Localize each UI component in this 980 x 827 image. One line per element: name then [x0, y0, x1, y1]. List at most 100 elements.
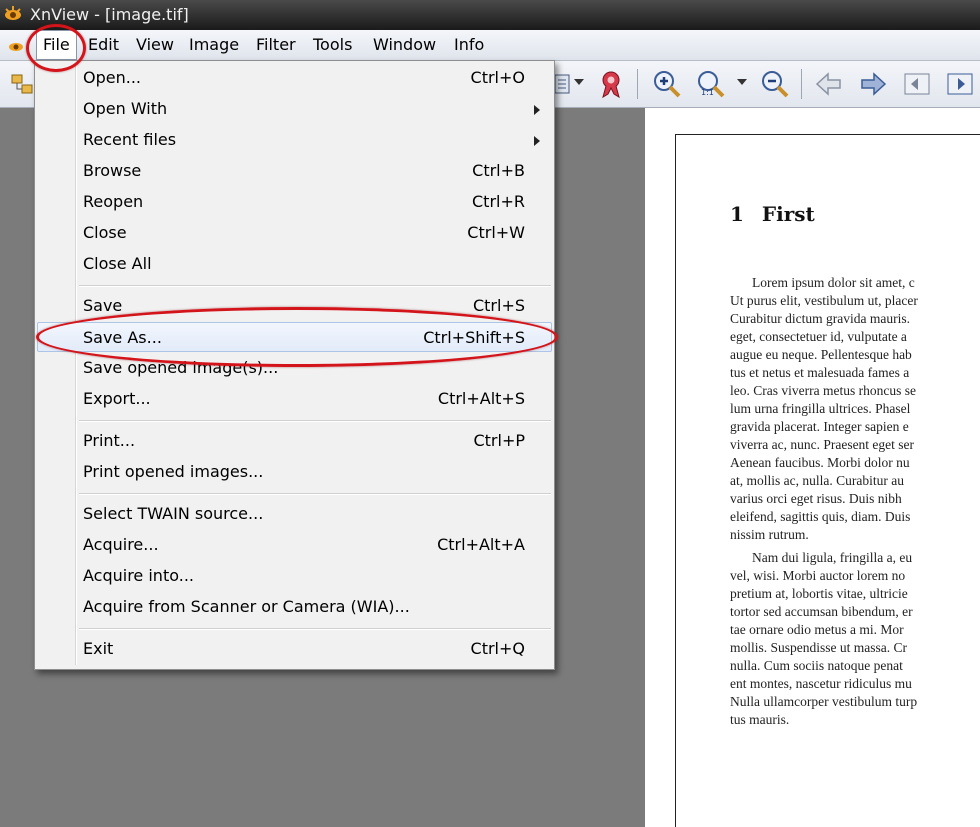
document-text-line: viverra ac, nunc. Praesent eget ser: [730, 437, 915, 452]
document-paragraph: Lorem ipsum dolor sit amet, c Ut purus el…: [730, 274, 918, 544]
menu-item-close-all[interactable]: Close All: [37, 249, 552, 279]
document-text-line: gravida placerat. Integer sapien e: [730, 419, 909, 434]
menu-item-label: Save As...: [83, 328, 162, 347]
menu-item-print-opened-images[interactable]: Print opened images...: [37, 457, 552, 487]
menu-item-select-twain-source[interactable]: Select TWAIN source...: [37, 499, 552, 529]
menu-item-shortcut: Ctrl+W: [467, 223, 525, 242]
arrow-right-icon[interactable]: [856, 67, 890, 101]
menu-separator: [79, 285, 551, 287]
menu-item-label: Acquire from Scanner or Camera (WIA)...: [83, 597, 410, 616]
menu-item-label: Save: [83, 296, 123, 315]
zoom-actual-icon[interactable]: 1:1: [694, 67, 728, 101]
menu-item-acquire-wia[interactable]: Acquire from Scanner or Camera (WIA)...: [37, 592, 552, 622]
menu-item-label: Reopen: [83, 192, 144, 211]
menu-item-shortcut: Ctrl+O: [470, 68, 525, 87]
first-page-icon[interactable]: [900, 67, 934, 101]
menu-separator: [79, 628, 551, 630]
document-text-line: Curabitur dictum gravida mauris.: [730, 311, 910, 326]
menu-edit[interactable]: Edit: [82, 30, 125, 60]
menu-item-shortcut: Ctrl+B: [472, 161, 525, 180]
menu-item-label: Recent files: [83, 130, 177, 149]
title-bar: XnView - [image.tif]: [0, 0, 980, 30]
menu-item-save-as[interactable]: Save As... Ctrl+Shift+S: [37, 322, 552, 352]
menu-item-label: Close All: [83, 254, 152, 273]
document-text-line: Aenean faucibus. Morbi dolor nu: [730, 455, 910, 470]
toolbar-separator: [637, 69, 638, 99]
menu-tools[interactable]: Tools: [307, 30, 358, 60]
section-number: 1: [730, 202, 744, 226]
view-dropdown-icon[interactable]: [574, 79, 584, 85]
menu-info[interactable]: Info: [448, 30, 490, 60]
menu-item-shortcut: Ctrl+R: [472, 192, 525, 211]
window-title: XnView - [image.tif]: [30, 5, 189, 24]
menu-item-label: Print opened images...: [83, 462, 264, 481]
menu-item-label: Open...: [83, 68, 141, 87]
document-text-line: ent montes, nascetur ridiculus mu: [730, 676, 912, 691]
menu-item-open[interactable]: Open... Ctrl+O: [37, 63, 552, 93]
document-text-line: Ut purus elit, vestibulum ut, placer: [730, 293, 918, 308]
menu-item-acquire-into[interactable]: Acquire into...: [37, 561, 552, 591]
document-text-line: tus mauris.: [730, 712, 790, 727]
menu-item-label: Select TWAIN source...: [83, 504, 264, 523]
menu-item-print[interactable]: Print... Ctrl+P: [37, 426, 552, 456]
menu-item-reopen[interactable]: Reopen Ctrl+R: [37, 187, 552, 217]
document-text-line: mollis. Suspendisse ut massa. Cr: [730, 640, 908, 655]
menu-item-acquire[interactable]: Acquire... Ctrl+Alt+A: [37, 530, 552, 560]
document-text-line: eleifend, sagittis quis, diam. Duis: [730, 509, 911, 524]
zoom-dropdown-icon[interactable]: [737, 79, 747, 85]
document-text-line: tortor sed accumsan bibendum, er: [730, 604, 913, 619]
app-menu-icon[interactable]: [7, 36, 25, 54]
menu-item-open-with[interactable]: Open With: [37, 94, 552, 124]
menu-view[interactable]: View: [130, 30, 180, 60]
menu-item-browse[interactable]: Browse Ctrl+B: [37, 156, 552, 186]
arrow-left-icon[interactable]: [812, 67, 846, 101]
menu-bar: File Edit View Image Filter Tools Window…: [0, 30, 980, 61]
menu-item-save[interactable]: Save Ctrl+S: [37, 291, 552, 321]
document-text-line: Nam dui ligula, fringilla a, eu: [752, 550, 913, 565]
document-text-line: tae ornare odio metus a mi. Mor: [730, 622, 904, 637]
document-section-heading: 1 First: [730, 202, 833, 226]
file-menu-dropdown: Open... Ctrl+O Open With Recent files Bro…: [34, 60, 555, 670]
next-page-icon[interactable]: [943, 67, 977, 101]
menu-item-close[interactable]: Close Ctrl+W: [37, 218, 552, 248]
submenu-arrow-icon: [534, 105, 540, 115]
ribbon-icon[interactable]: [594, 67, 628, 101]
menu-window[interactable]: Window: [367, 30, 442, 60]
menu-item-label: Open With: [83, 99, 168, 118]
menu-item-label: Close: [83, 223, 127, 242]
menu-item-label: Acquire...: [83, 535, 159, 554]
document-text-line: leo. Cras viverra metus rhoncus se: [730, 383, 916, 398]
document-text-line: vel, wisi. Morbi auctor lorem no: [730, 568, 906, 583]
menu-item-label: Exit: [83, 639, 114, 658]
menu-file[interactable]: File: [36, 30, 77, 60]
document-paragraph: Nam dui ligula, fringilla a, eu vel, wisi…: [730, 549, 917, 729]
svg-text:1:1: 1:1: [701, 88, 714, 97]
xnview-eye-icon: [5, 6, 21, 20]
zoom-out-icon[interactable]: [758, 67, 792, 101]
document-text-line: eget, consectetuer id, vulputate a: [730, 329, 907, 344]
document-text-line: at, mollis ac, nulla. Curabitur au: [730, 473, 904, 488]
document-text-line: nulla. Cum sociis natoque penat: [730, 658, 903, 673]
menu-image[interactable]: Image: [183, 30, 245, 60]
menu-item-shortcut: Ctrl+Shift+S: [423, 328, 525, 347]
zoom-in-icon[interactable]: [650, 67, 684, 101]
document-text-line: nissim rutrum.: [730, 527, 809, 542]
menu-separator: [79, 420, 551, 422]
submenu-arrow-icon: [534, 136, 540, 146]
menu-item-save-opened-images[interactable]: Save opened image(s)...: [37, 353, 552, 383]
menu-separator: [79, 493, 551, 495]
toolbar-separator: [801, 69, 802, 99]
menu-item-recent-files[interactable]: Recent files: [37, 125, 552, 155]
menu-item-shortcut: Ctrl+Q: [470, 639, 525, 658]
menu-item-label: Export...: [83, 389, 151, 408]
document-text-line: pretium at, lobortis vitae, ultricie: [730, 586, 908, 601]
menu-item-shortcut: Ctrl+Alt+S: [437, 389, 525, 408]
section-title: First: [761, 202, 815, 226]
image-view[interactable]: 1 First Lorem ipsum dolor sit amet, c Ut p…: [645, 108, 980, 827]
menu-item-exit[interactable]: Exit Ctrl+Q: [37, 634, 552, 664]
menu-filter[interactable]: Filter: [250, 30, 302, 60]
menu-item-shortcut: Ctrl+P: [473, 431, 525, 450]
menu-item-label: Save opened image(s)...: [83, 358, 279, 377]
menu-item-export[interactable]: Export... Ctrl+Alt+S: [37, 384, 552, 414]
document-text-line: varius orci eget risus. Duis nibh: [730, 491, 902, 506]
